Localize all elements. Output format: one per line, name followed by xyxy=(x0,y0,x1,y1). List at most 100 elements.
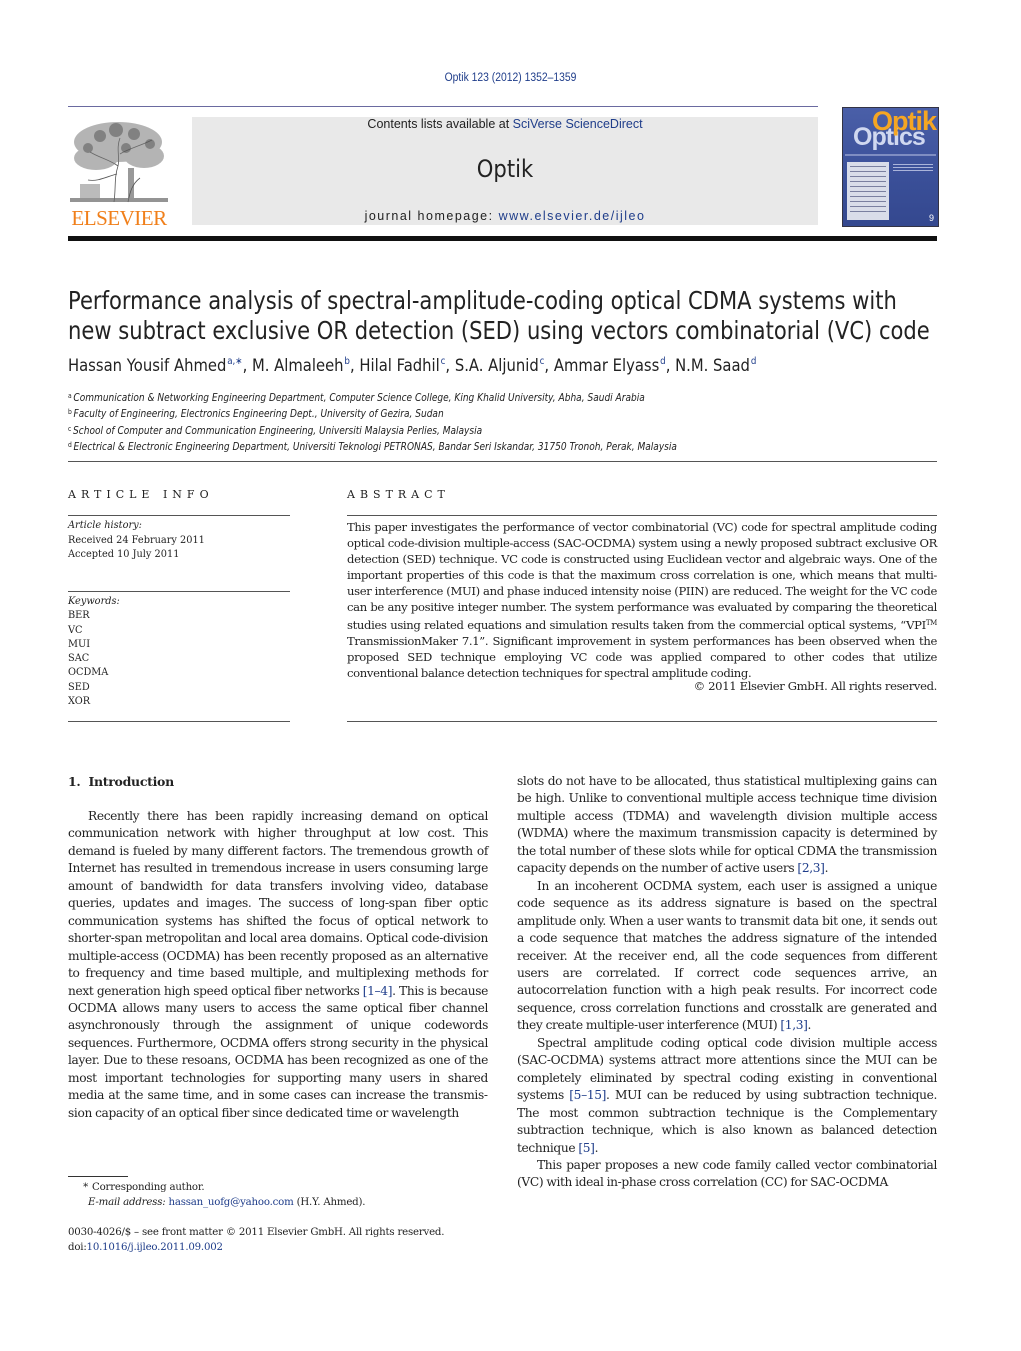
keyword: VC xyxy=(68,623,83,636)
author-separator: , xyxy=(349,356,360,376)
email-label: E-mail address: xyxy=(88,1196,166,1208)
affiliation-list: a Communication & Networking Engineering … xyxy=(68,389,677,454)
affiliation-text: Communication & Networking Engineering D… xyxy=(73,392,645,404)
affiliation-key: d xyxy=(68,440,72,449)
journal-title: Optik xyxy=(476,155,534,183)
article-history: Article history: Received 24 February 20… xyxy=(68,518,205,562)
keyword: XOR xyxy=(68,695,91,708)
author-separator: , xyxy=(665,356,676,376)
body-column-left: Recently there has been rapidly increasi… xyxy=(68,808,488,1122)
paragraph-text: . xyxy=(807,1018,812,1033)
keyword: SAC xyxy=(68,652,90,665)
author-list: Hassan Yousif Ahmeda,∗, M. Almaleehb, Hi… xyxy=(68,356,756,376)
title-line-1: Performance analysis of spectral-amplitu… xyxy=(68,286,897,315)
author-separator: , xyxy=(445,356,455,376)
affiliation: d Electrical & Electronic Engineering Dep… xyxy=(68,438,677,454)
cover-side-text xyxy=(893,162,933,172)
section-rule xyxy=(68,461,937,462)
abstract-text: This paper investigates the performance … xyxy=(347,519,937,681)
cover-contents-box xyxy=(847,162,889,220)
homepage-prefix: journal homepage: xyxy=(364,209,499,223)
paragraph-text: slots do not have to be allocated, thus … xyxy=(517,774,937,876)
header-rule xyxy=(68,106,818,107)
affiliation: b Faculty of Engineering, Electronics Eng… xyxy=(68,405,677,421)
contents-prefix: Contents lists available at xyxy=(367,117,513,131)
citation-link[interactable]: [5] xyxy=(578,1141,595,1155)
author-name[interactable]: N.M. Saad xyxy=(675,356,750,376)
abstract-part-2: TransmissionMaker 7.1”. Significant impr… xyxy=(347,634,937,680)
keywords-block: Keywords: BER VC MUI SAC OCDMA SED XOR xyxy=(68,594,120,708)
author-name[interactable]: Hilal Fadhil xyxy=(359,356,439,376)
author-name[interactable]: S.A. Aljunid xyxy=(455,356,539,376)
elsevier-logo[interactable]: ELSEVIER xyxy=(68,118,170,230)
paragraph: Recently there has been rapidly increasi… xyxy=(68,808,488,1122)
trademark-superscript: TM xyxy=(925,619,937,627)
citation-link[interactable]: [1,3] xyxy=(780,1018,808,1032)
received-date: Received 24 February 2011 xyxy=(68,533,205,546)
citation-link[interactable]: [1–4] xyxy=(363,984,393,998)
journal-banner: Contents lists available at SciVerse Sci… xyxy=(192,117,818,225)
article-info-rule xyxy=(68,591,290,592)
sciencedirect-link[interactable]: SciVerse ScienceDirect xyxy=(513,117,643,131)
front-matter-text: 0030-4026/$ – see front matter © 2011 El… xyxy=(68,1227,445,1238)
email-link[interactable]: hassan_uofg@yahoo.com xyxy=(169,1197,294,1208)
paragraph-text: . This is because OCDMA allows many user… xyxy=(68,983,488,1120)
corresponding-label: Corresponding author. xyxy=(92,1182,205,1193)
affiliation-key: c xyxy=(68,424,72,433)
homepage-line: journal homepage: www.elsevier.de/ijleo xyxy=(192,209,818,223)
author-name[interactable]: M. Almaleeh xyxy=(252,356,344,376)
citation-link[interactable]: [5–15] xyxy=(569,1088,606,1102)
paragraph: In an incoherent OCDMA system, each user… xyxy=(517,878,937,1035)
article-info-heading: ARTICLE INFO xyxy=(68,488,214,501)
abstract-part-1: This paper investigates the performance … xyxy=(347,520,937,632)
keyword: BER xyxy=(68,609,90,622)
affiliation-text: Electrical & Electronic Engineering Depa… xyxy=(73,440,677,453)
author-separator: , xyxy=(242,356,253,376)
homepage-link[interactable]: www.elsevier.de/ijleo xyxy=(499,209,646,223)
paragraph: slots do not have to be allocated, thus … xyxy=(517,773,937,878)
keyword: OCDMA xyxy=(68,666,109,679)
front-matter: 0030-4026/$ – see front matter © 2011 El… xyxy=(68,1225,444,1255)
section-heading: 1. Introduction xyxy=(68,774,174,789)
paragraph-text: In an incoherent OCDMA system, each user… xyxy=(517,878,937,1033)
doi-link[interactable]: 10.1016/j.ijleo.2011.09.002 xyxy=(87,1242,223,1253)
affiliation-key: a xyxy=(68,392,72,400)
affiliation-marker[interactable]: d xyxy=(751,356,757,367)
author-name[interactable]: Hassan Yousif Ahmed xyxy=(68,356,226,376)
keyword: SED xyxy=(68,680,90,693)
keywords-label: Keywords: xyxy=(68,595,120,607)
abstract-rule xyxy=(347,515,937,516)
contents-line: Contents lists available at SciVerse Sci… xyxy=(192,117,818,131)
citation-link[interactable]: [2,3] xyxy=(797,861,825,875)
section-title: Introduction xyxy=(88,774,174,789)
paragraph: This paper proposes a new code family ca… xyxy=(517,1157,937,1190)
affiliation-text: Faculty of Engineering, Electronics Engi… xyxy=(73,408,444,421)
abstract-rule xyxy=(347,721,937,722)
article-info-rule xyxy=(68,721,290,722)
affiliation-text: School of Computer and Communication Eng… xyxy=(73,424,483,437)
journal-citation[interactable]: Optik 123 (2012) 1352–1359 xyxy=(51,72,970,84)
body-column-right: slots do not have to be allocated, thus … xyxy=(517,773,937,1192)
paragraph-text: Recently there has been rapidly increasi… xyxy=(68,809,488,998)
title-line-2: new subtract exclusive OR detection (SED… xyxy=(68,316,930,345)
paragraph: Spectral amplitude coding optical code d… xyxy=(517,1035,937,1157)
history-label: Article history: xyxy=(68,519,142,531)
paragraph-text: . xyxy=(594,1140,599,1155)
journal-cover[interactable]: Optics Optik 9 xyxy=(842,107,939,227)
abstract-heading: ABSTRACT xyxy=(347,488,450,501)
author-separator: , xyxy=(544,356,554,376)
author-name[interactable]: Ammar Elyass xyxy=(554,356,659,376)
corresponding-author-footnote: * Corresponding author. E-mail address: h… xyxy=(68,1181,365,1210)
cover-issue-number: 9 xyxy=(928,213,934,223)
affiliation-key: b xyxy=(68,408,72,417)
header-thick-rule xyxy=(68,236,937,241)
cover-subtitle-strip xyxy=(845,154,936,156)
cover-title-primary: Optik xyxy=(871,107,937,136)
paragraph-text: . xyxy=(824,861,829,876)
affiliation: c School of Computer and Communication En… xyxy=(68,422,677,438)
doi-prefix: doi: xyxy=(68,1242,87,1253)
keyword-list: BER VC MUI SAC OCDMA SED XOR xyxy=(68,608,120,708)
footnote-rule xyxy=(68,1176,128,1177)
affiliation-marker[interactable]: a,∗ xyxy=(227,356,242,367)
abstract-copyright: © 2011 Elsevier GmbH. All rights reserve… xyxy=(693,679,938,693)
